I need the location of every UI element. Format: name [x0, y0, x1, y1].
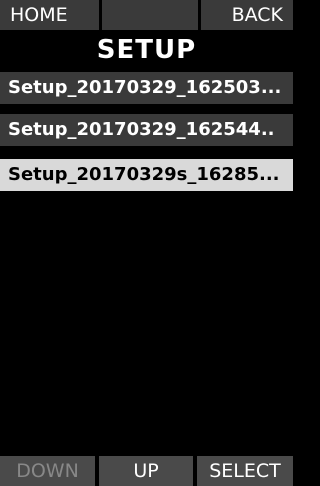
- list-item-selected[interactable]: Setup_20170329s_16285...: [0, 159, 293, 191]
- down-button[interactable]: DOWN: [0, 456, 95, 486]
- blank-softkey-button[interactable]: [102, 0, 198, 30]
- select-button[interactable]: SELECT: [197, 456, 293, 486]
- page-title: SETUP: [96, 35, 197, 65]
- list-item[interactable]: Setup_20170329_162544..: [0, 114, 293, 146]
- top-softkey-bar: HOME BACK: [0, 0, 293, 30]
- up-button[interactable]: UP: [99, 456, 193, 486]
- back-button[interactable]: BACK: [201, 0, 293, 30]
- home-button[interactable]: HOME: [0, 0, 99, 30]
- list-item[interactable]: Setup_20170329_162503...: [0, 72, 293, 104]
- bottom-softkey-bar: DOWN UP SELECT: [0, 456, 293, 486]
